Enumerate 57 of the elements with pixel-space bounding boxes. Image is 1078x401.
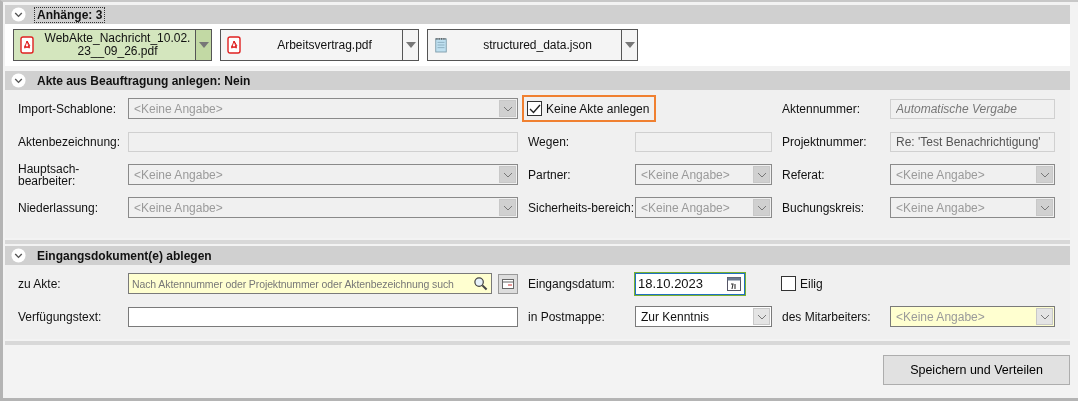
- window-icon: [502, 278, 514, 289]
- field-label: zu Akte:: [18, 277, 61, 290]
- search-field[interactable]: Nach Aktennummer oder Projektnummer oder Aktenbezeichnung such: [128, 273, 492, 294]
- field-label: Aktennummer:: [782, 102, 861, 115]
- section-title: Akte aus Beauftragung anlegen: Nein: [36, 72, 252, 89]
- attachment-chip[interactable]: structured_data.json: [427, 29, 638, 61]
- section-header[interactable]: Eingangsdokument(e) ablegen: [5, 246, 1070, 265]
- pdf-icon: [20, 36, 34, 54]
- field-label: in Postmappe:: [528, 310, 605, 323]
- date-field[interactable]: 18.10.2023: [635, 272, 745, 295]
- calendar-icon: [727, 276, 741, 291]
- attachment-name: Arbeitsvertrag.pdf: [276, 38, 373, 52]
- field-label: Eingangsdatum:: [528, 277, 615, 290]
- checkmark-icon: [528, 103, 541, 114]
- notepad-icon: [434, 36, 448, 54]
- chevron-down-icon: [1039, 313, 1050, 320]
- chevron-down-icon: [756, 313, 767, 320]
- section-header[interactable]: Akte aus Beauftragung anlegen: Nein: [5, 71, 1070, 90]
- dropdown-arrow-icon[interactable]: [402, 30, 418, 60]
- attachment-chip[interactable]: Arbeitsvertrag.pdf: [220, 29, 419, 61]
- field-label: Aktenbezeichnung:: [18, 135, 121, 148]
- field-label: Referat:: [782, 168, 825, 181]
- attachment-name: structured_data.json: [482, 38, 593, 52]
- dropdown-arrow-icon[interactable]: [621, 30, 637, 60]
- chevron-down-icon: [756, 204, 767, 211]
- chevron-down-icon: [502, 204, 513, 211]
- field-label: Buchungskreis:: [782, 201, 865, 214]
- chevron-icon: [11, 73, 26, 88]
- checkbox[interactable]: Eilig: [776, 270, 830, 297]
- attachment-name: WebAkte_Nachricht_10.02.23__09_26.pdf: [43, 32, 192, 58]
- field-label: Sicherheits-bereich:: [528, 201, 635, 214]
- field-label: Hauptsach-bearbeiter:: [18, 162, 81, 187]
- browse-button[interactable]: [498, 273, 518, 294]
- attachment-chip[interactable]: WebAkte_Nachricht_10.02.23__09_26.pdf: [13, 29, 212, 61]
- save-button[interactable]: Speichern und Verteilen: [883, 355, 1070, 385]
- chevron-icon: [11, 248, 26, 263]
- field-label: Partner:: [528, 168, 571, 181]
- checkbox[interactable]: Keine Akte anlegen: [522, 95, 657, 122]
- field-label: des Mitarbeiters:: [782, 310, 871, 323]
- text-field[interactable]: [128, 306, 518, 327]
- section-title: Eingangsdokument(e) ablegen: [36, 247, 213, 264]
- chevron-down-icon: [1039, 171, 1050, 178]
- chevron-icon: [11, 7, 26, 22]
- chevron-down-icon: [502, 105, 513, 112]
- chevron-down-icon: [502, 171, 513, 178]
- search-icon: [473, 276, 488, 291]
- field-label: Verfügungstext:: [18, 310, 102, 323]
- field-label: Import-Schablone:: [18, 102, 117, 115]
- dropdown-field[interactable]: Zur Kenntnis: [635, 306, 772, 327]
- field-label: Projektnummer:: [782, 135, 867, 148]
- section-header[interactable]: Anhänge: 3: [5, 5, 1070, 24]
- chevron-down-icon: [756, 171, 767, 178]
- field-label: Wegen:: [528, 135, 570, 148]
- field-label: Niederlassung:: [18, 201, 99, 214]
- chevron-down-icon: [1039, 204, 1050, 211]
- section-title: Anhänge: 3: [34, 6, 106, 23]
- pdf-icon: [227, 36, 241, 54]
